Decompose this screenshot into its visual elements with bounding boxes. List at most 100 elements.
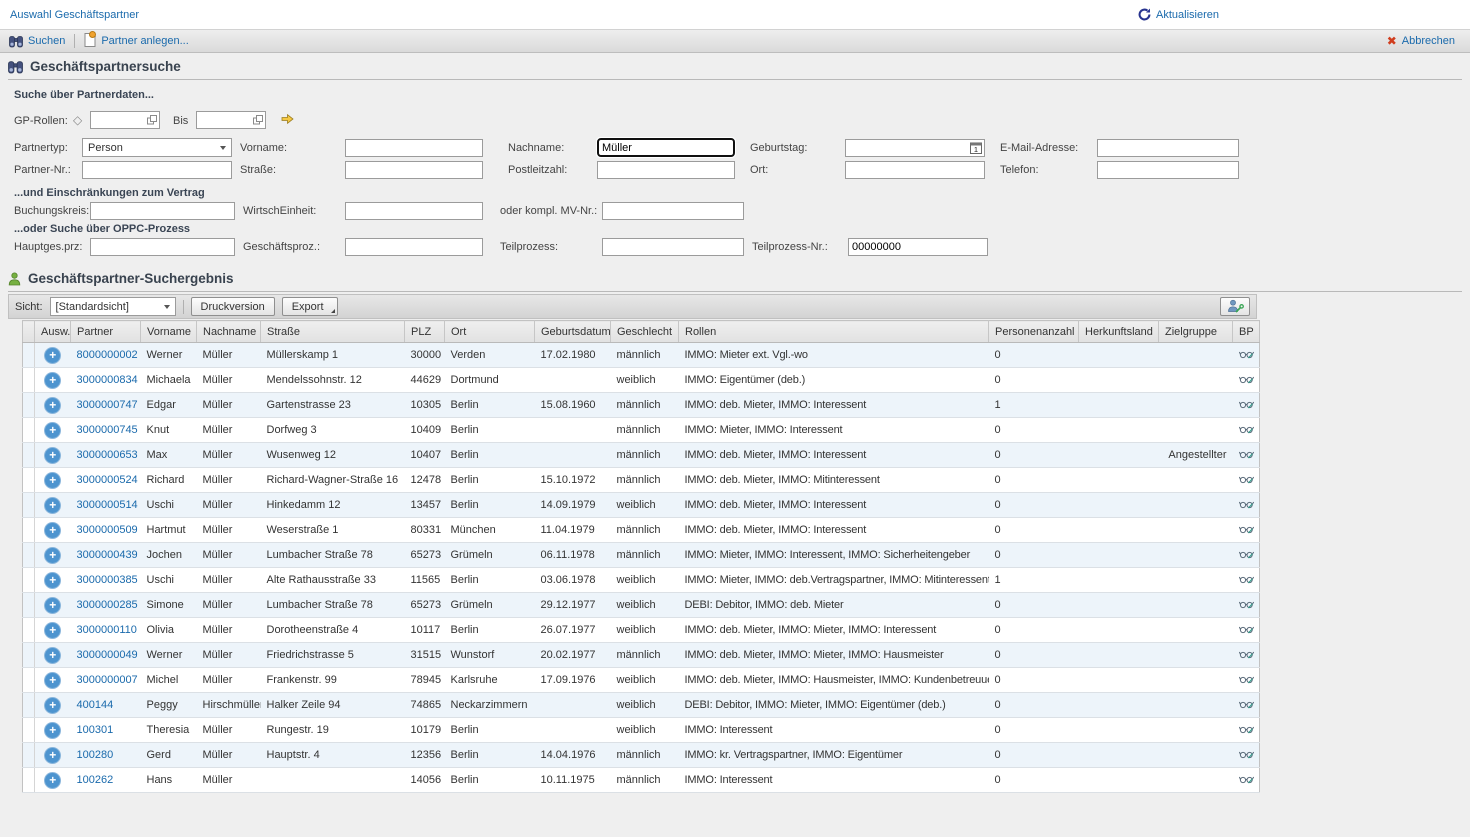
bp-cell[interactable] xyxy=(1233,768,1260,793)
geschaeftsproz-input[interactable] xyxy=(345,238,483,256)
expand-plus-button[interactable]: + xyxy=(44,722,61,739)
row-selector-cell[interactable] xyxy=(23,593,35,618)
bp-cell[interactable] xyxy=(1233,518,1260,543)
bp-cell[interactable] xyxy=(1233,718,1260,743)
partner-number-link[interactable]: 3000000007 xyxy=(77,674,138,686)
geburtstag-input[interactable] xyxy=(845,139,985,157)
calendar-icon[interactable]: 1 xyxy=(970,142,982,157)
row-selector-cell[interactable] xyxy=(23,718,35,743)
row-selector-cell[interactable] xyxy=(23,343,35,368)
bp-cell[interactable] xyxy=(1233,643,1260,668)
expand-plus-button[interactable]: + xyxy=(44,472,61,489)
partnertyp-select[interactable]: Person xyxy=(82,138,232,157)
row-selector-cell[interactable] xyxy=(23,368,35,393)
hauptges-prz-input[interactable] xyxy=(90,238,235,256)
multiple-selection-icon[interactable] xyxy=(147,115,157,128)
col-header-herkunftsland[interactable]: Herkunftsland xyxy=(1079,321,1159,343)
row-selector-cell[interactable] xyxy=(23,518,35,543)
expand-plus-button[interactable]: + xyxy=(44,697,61,714)
partner-number-link[interactable]: 3000000049 xyxy=(77,649,138,661)
col-header-partner[interactable]: Partner xyxy=(71,321,141,343)
yellow-arrow-icon[interactable] xyxy=(281,113,294,128)
print-version-button[interactable]: Druckversion xyxy=(191,297,275,316)
teilprozess-input[interactable] xyxy=(602,238,744,256)
search-button[interactable]: Suchen xyxy=(0,30,74,52)
buchungskreis-input[interactable] xyxy=(90,202,235,220)
partner-nr-input[interactable] xyxy=(82,161,232,179)
bp-cell[interactable] xyxy=(1233,468,1260,493)
col-header-vorname[interactable]: Vorname xyxy=(141,321,197,343)
bp-cell[interactable] xyxy=(1233,743,1260,768)
partner-number-link[interactable]: 3000000439 xyxy=(77,549,138,561)
col-header-plz[interactable]: PLZ xyxy=(405,321,445,343)
bp-cell[interactable] xyxy=(1233,593,1260,618)
partner-number-link[interactable]: 3000000514 xyxy=(77,499,138,511)
partner-number-link[interactable]: 100280 xyxy=(77,749,114,761)
export-button[interactable]: Export xyxy=(282,297,338,316)
nachname-input[interactable] xyxy=(597,138,735,157)
col-header-rollen[interactable]: Rollen xyxy=(679,321,989,343)
wirtscheinheit-input[interactable] xyxy=(345,202,483,220)
telefon-input[interactable] xyxy=(1097,161,1239,179)
expand-plus-button[interactable]: + xyxy=(44,672,61,689)
col-header-nachname[interactable]: Nachname xyxy=(197,321,261,343)
expand-plus-button[interactable]: + xyxy=(44,397,61,414)
strasse-input[interactable] xyxy=(345,161,483,179)
row-selector-cell[interactable] xyxy=(23,618,35,643)
partner-number-link[interactable]: 3000000385 xyxy=(77,574,138,586)
email-input[interactable] xyxy=(1097,139,1239,157)
row-selector-cell[interactable] xyxy=(23,493,35,518)
expand-plus-button[interactable]: + xyxy=(44,622,61,639)
partner-number-link[interactable]: 100301 xyxy=(77,724,114,736)
refresh-button[interactable]: Aktualisieren xyxy=(1138,8,1219,21)
col-header-geburtsdatum[interactable]: Geburtsdatum xyxy=(535,321,611,343)
table-settings-button[interactable] xyxy=(1220,297,1250,316)
partner-number-link[interactable]: 3000000524 xyxy=(77,474,138,486)
row-selector-cell[interactable] xyxy=(23,668,35,693)
expand-plus-button[interactable]: + xyxy=(44,772,61,789)
col-header-bp[interactable]: BP xyxy=(1233,321,1260,343)
bp-cell[interactable] xyxy=(1233,443,1260,468)
expand-plus-button[interactable]: + xyxy=(44,597,61,614)
vorname-input[interactable] xyxy=(345,139,483,157)
col-header-strasse[interactable]: Straße xyxy=(261,321,405,343)
col-header-personenanzahl[interactable]: Personenanzahl xyxy=(989,321,1079,343)
row-selector-cell[interactable] xyxy=(23,643,35,668)
col-header-ausw[interactable]: Ausw. xyxy=(35,321,71,343)
expand-plus-button[interactable]: + xyxy=(44,447,61,464)
row-selector-cell[interactable] xyxy=(23,443,35,468)
multiple-selection-icon[interactable] xyxy=(253,115,263,128)
row-selector-cell[interactable] xyxy=(23,768,35,793)
row-selector-cell[interactable] xyxy=(23,693,35,718)
row-selector-cell[interactable] xyxy=(23,743,35,768)
expand-plus-button[interactable]: + xyxy=(44,347,61,364)
bp-cell[interactable] xyxy=(1233,343,1260,368)
bp-cell[interactable] xyxy=(1233,393,1260,418)
col-header-ort[interactable]: Ort xyxy=(445,321,535,343)
partner-number-link[interactable]: 3000000110 xyxy=(77,624,137,636)
create-partner-button[interactable]: Partner anlegen... xyxy=(75,30,197,52)
row-selector-cell[interactable] xyxy=(23,418,35,443)
teilprozess-nr-input[interactable] xyxy=(848,238,988,256)
bp-cell[interactable] xyxy=(1233,543,1260,568)
partner-number-link[interactable]: 8000000002 xyxy=(77,349,138,361)
row-selector-cell[interactable] xyxy=(23,568,35,593)
mv-nr-input[interactable] xyxy=(602,202,744,220)
bp-cell[interactable] xyxy=(1233,493,1260,518)
partner-number-link[interactable]: 3000000653 xyxy=(77,449,138,461)
row-selector-cell[interactable] xyxy=(23,468,35,493)
expand-plus-button[interactable]: + xyxy=(44,747,61,764)
row-selector-cell[interactable] xyxy=(23,393,35,418)
expand-plus-button[interactable]: + xyxy=(44,572,61,589)
expand-plus-button[interactable]: + xyxy=(44,372,61,389)
partner-number-link[interactable]: 100262 xyxy=(77,774,114,786)
bp-cell[interactable] xyxy=(1233,568,1260,593)
postleitzahl-input[interactable] xyxy=(597,161,735,179)
ort-input[interactable] xyxy=(845,161,985,179)
expand-plus-button[interactable]: + xyxy=(44,522,61,539)
page-title[interactable]: Auswahl Geschäftspartner xyxy=(10,9,139,21)
col-header-zielgruppe[interactable]: Zielgruppe xyxy=(1159,321,1233,343)
partner-number-link[interactable]: 400144 xyxy=(77,699,114,711)
view-select[interactable]: [Standardsicht] xyxy=(50,297,176,316)
col-header-geschlecht[interactable]: Geschlecht xyxy=(611,321,679,343)
